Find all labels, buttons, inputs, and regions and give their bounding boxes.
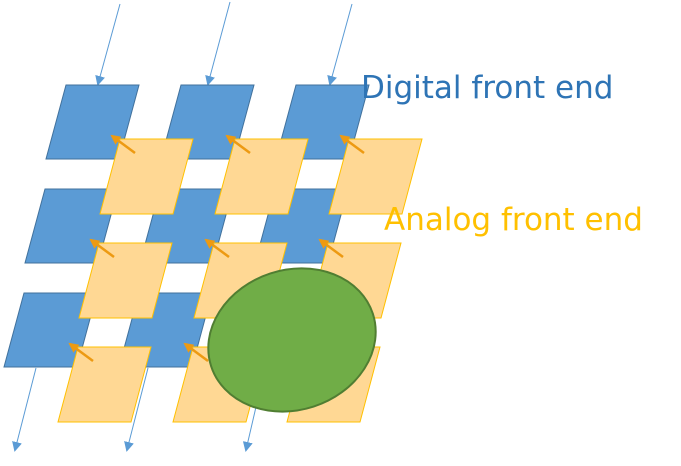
outgoing-arrow xyxy=(12,367,37,452)
incoming-arrow xyxy=(327,3,353,86)
analog-front-end-label: Analog front end xyxy=(384,202,643,238)
incoming-signal-arrows xyxy=(95,1,353,86)
incoming-arrow xyxy=(205,1,231,86)
digital-front-end-label: Digital front end xyxy=(361,70,614,106)
incoming-arrow xyxy=(95,3,121,86)
